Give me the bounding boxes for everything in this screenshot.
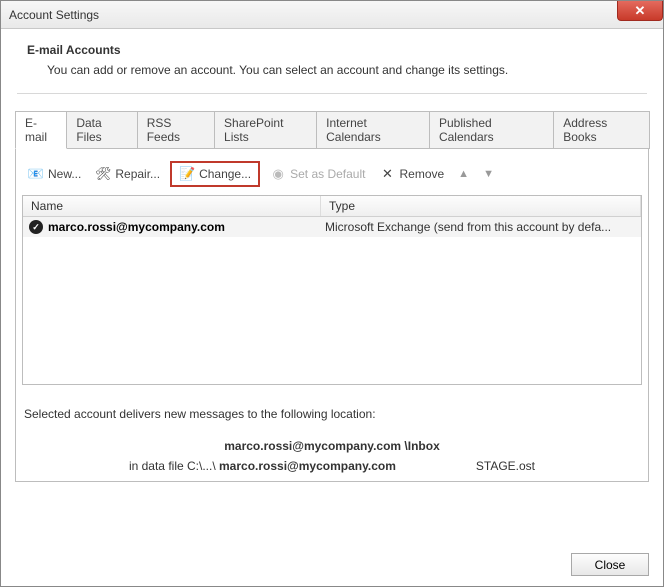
tab-data-files[interactable]: Data Files xyxy=(66,111,137,149)
change-button-highlight: 📝 Change... xyxy=(170,161,260,187)
content-area: E-mail Accounts You can add or remove an… xyxy=(1,29,663,492)
delivery-target: marco.rossi@mycompany.com \Inbox xyxy=(24,439,640,453)
set-default-button: ◉ Set as Default xyxy=(266,164,369,184)
column-type[interactable]: Type xyxy=(321,196,641,216)
repair-button[interactable]: 🛠 Repair... xyxy=(91,164,164,184)
window-title: Account Settings xyxy=(9,8,99,22)
account-name-cell: ✓ marco.rossi@mycompany.com xyxy=(29,220,325,234)
account-row[interactable]: ✓ marco.rossi@mycompany.com Microsoft Ex… xyxy=(23,217,641,237)
delivery-file-name: marco.rossi@mycompany.com xyxy=(219,459,396,473)
move-up-button: ▲ xyxy=(454,166,473,182)
toolbar: 📧 New... 🛠 Repair... 📝 Change... xyxy=(22,159,642,195)
delivery-file-prefix: in data file C:\...\ xyxy=(129,459,219,473)
move-down-button: ▼ xyxy=(479,166,498,182)
close-icon: ✕ xyxy=(635,3,646,19)
remove-button-label: Remove xyxy=(399,167,444,181)
account-type: Microsoft Exchange (send from this accou… xyxy=(325,220,635,234)
delivery-info: Selected account delivers new messages t… xyxy=(22,407,642,473)
tab-internet-calendars[interactable]: Internet Calendars xyxy=(316,111,430,149)
set-default-label: Set as Default xyxy=(290,167,365,181)
tab-published-calendars[interactable]: Published Calendars xyxy=(429,111,554,149)
default-check-icon: ◉ xyxy=(270,166,286,182)
remove-button[interactable]: ✕ Remove xyxy=(375,164,448,184)
page-subheading: You can add or remove an account. You ca… xyxy=(47,63,649,77)
new-button-label: New... xyxy=(48,167,81,181)
delivery-file: in data file C:\...\ marco.rossi@mycompa… xyxy=(24,459,640,473)
titlebar: Account Settings ✕ xyxy=(1,1,663,29)
tab-rss-feeds[interactable]: RSS Feeds xyxy=(137,111,215,149)
delivery-file-suffix: STAGE.ost xyxy=(476,459,535,473)
tab-strip: E-mail Data Files RSS Feeds SharePoint L… xyxy=(15,110,649,148)
arrow-up-icon: ▲ xyxy=(458,168,469,180)
arrow-down-icon: ▼ xyxy=(483,168,494,180)
account-settings-window: Account Settings ✕ E-mail Accounts You c… xyxy=(0,0,664,587)
new-mail-icon: 📧 xyxy=(28,166,44,182)
tab-email[interactable]: E-mail xyxy=(15,111,67,149)
page-heading: E-mail Accounts xyxy=(27,43,649,57)
delivery-intro: Selected account delivers new messages t… xyxy=(24,407,640,421)
footer: Close xyxy=(571,553,649,576)
new-button[interactable]: 📧 New... xyxy=(24,164,85,184)
list-header: Name Type xyxy=(23,196,641,217)
repair-icon: 🛠 xyxy=(95,166,111,182)
change-button-label: Change... xyxy=(199,167,251,181)
column-name[interactable]: Name xyxy=(23,196,321,216)
repair-button-label: Repair... xyxy=(115,167,160,181)
tab-sharepoint-lists[interactable]: SharePoint Lists xyxy=(214,111,317,149)
account-name: marco.rossi@mycompany.com xyxy=(48,220,225,234)
default-account-icon: ✓ xyxy=(29,220,43,234)
account-list: Name Type ✓ marco.rossi@mycompany.com Mi… xyxy=(22,195,642,385)
tab-address-books[interactable]: Address Books xyxy=(553,111,650,149)
tab-panel-email: 📧 New... 🛠 Repair... 📝 Change... xyxy=(15,148,649,482)
window-close-button[interactable]: ✕ xyxy=(617,1,663,21)
close-button[interactable]: Close xyxy=(571,553,649,576)
change-icon: 📝 xyxy=(179,166,195,182)
change-button[interactable]: 📝 Change... xyxy=(175,164,255,184)
delivery-file-path: in data file C:\...\ marco.rossi@mycompa… xyxy=(129,459,396,473)
remove-icon: ✕ xyxy=(379,166,395,182)
divider xyxy=(17,93,647,94)
